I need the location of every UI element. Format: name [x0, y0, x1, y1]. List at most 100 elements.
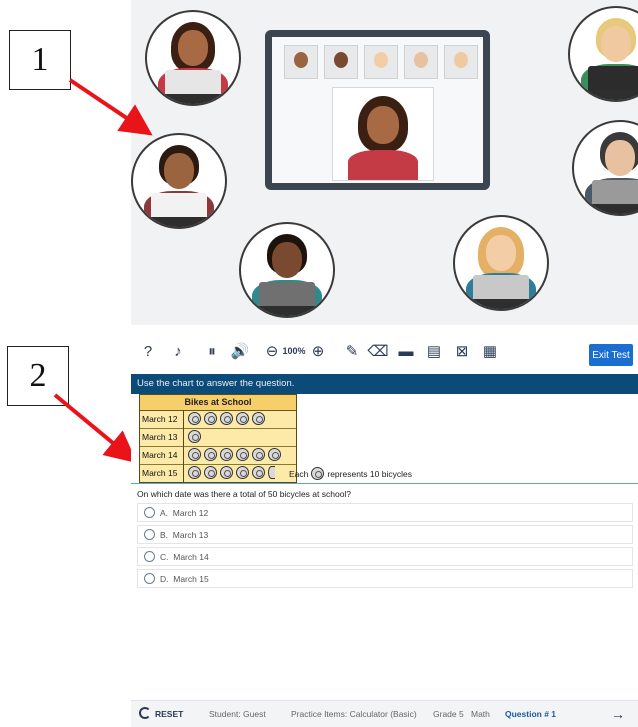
option-text: C. March 14 [160, 548, 209, 566]
instruction-banner: Use the chart to answer the question. [131, 374, 638, 394]
bike-symbol [188, 412, 201, 425]
volume-icon[interactable]: 🔊 [231, 342, 250, 360]
calculator-icon[interactable]: ▦ [481, 342, 499, 360]
radio-button[interactable] [144, 529, 155, 540]
subject-label: Math [471, 709, 490, 719]
bike-symbol [220, 466, 233, 479]
question-text: On which date was there a total of 50 bi… [137, 489, 352, 499]
radio-button[interactable] [144, 507, 155, 518]
highlighter-icon[interactable]: ✎ [343, 342, 361, 360]
participant-avatar-man-blond [568, 6, 638, 102]
zoom-level-text: 100% [282, 346, 306, 356]
bike-key-icon [311, 467, 325, 480]
bike-symbol [252, 466, 265, 479]
bike-symbol [204, 466, 217, 479]
monitor-screen [272, 37, 483, 183]
footer-bar: RESET Student: Guest Practice Items: Cal… [131, 700, 638, 727]
bikes-pictograph: Bikes at School March 12 March 13 March … [139, 394, 297, 483]
half-bike-symbol [268, 466, 275, 479]
toolbar: ? ♪ ⏸ 🔊 ⊖ 100% ⊕ ✎ ⌫ ▬ ▤ ⊠ ▦ Exit Test [131, 330, 638, 375]
pause-icon[interactable]: ⏸ [203, 342, 221, 360]
line-reader-icon[interactable]: ▬ [397, 342, 415, 360]
key-prefix: Each [289, 468, 309, 479]
participant-avatar-woman-2 [239, 222, 335, 318]
pictograph-row: March 13 [140, 428, 296, 447]
test-interface: ? ♪ ⏸ 🔊 ⊖ 100% ⊕ ✎ ⌫ ▬ ▤ ⊠ ▦ Exit Test U… [131, 330, 638, 727]
question-number: Question # 1 [505, 709, 557, 719]
thumbnail-participant-4 [404, 45, 438, 79]
participant-avatar-woman-1 [145, 10, 241, 106]
answer-option-d[interactable]: D. March 15 [137, 569, 633, 588]
video-conference-illustration [131, 0, 638, 325]
grade-label: Grade 5 [433, 709, 464, 719]
bike-symbol [268, 448, 281, 461]
option-label: March 12 [172, 508, 209, 518]
pictograph-row: March 14 [140, 446, 296, 465]
active-speaker-view [332, 87, 434, 181]
bike-symbol [204, 412, 217, 425]
bike-symbol [188, 448, 201, 461]
participant-avatar-man-2 [572, 120, 638, 216]
row-label: March 12 [140, 410, 184, 428]
video-call-monitor [265, 30, 490, 190]
bike-symbol [252, 448, 265, 461]
option-label: March 13 [172, 530, 209, 540]
thumbnail-participant-2 [324, 45, 358, 79]
thumbnail-participant-5 [444, 45, 478, 79]
hint-icon[interactable]: ? [139, 342, 157, 360]
bike-symbol [188, 466, 201, 479]
bike-symbol [220, 412, 233, 425]
bike-symbol [188, 430, 201, 443]
bike-symbol [220, 448, 233, 461]
callout-label-1: 1 [9, 30, 71, 90]
answer-option-a[interactable]: A. March 12 [137, 503, 633, 522]
row-label: March 14 [140, 446, 184, 464]
pictograph-row: March 12 [140, 410, 296, 429]
option-text: D. March 15 [160, 570, 209, 588]
next-arrow-icon[interactable]: → [605, 705, 631, 723]
option-label: March 15 [173, 574, 209, 584]
participant-avatar-woman-blond [453, 215, 549, 311]
pictograph-key: Each represents 10 bicycles [289, 467, 412, 480]
bike-symbol [236, 466, 249, 479]
eliminate-icon[interactable]: ⊠ [453, 342, 471, 360]
radio-button[interactable] [144, 551, 155, 562]
audio-icon[interactable]: ♪ [169, 342, 187, 360]
eraser-icon[interactable]: ⌫ [367, 342, 388, 360]
row-label: March 13 [140, 428, 184, 446]
thumbnail-participant-3 [364, 45, 398, 79]
bike-symbol [204, 448, 217, 461]
pictograph-title: Bikes at School [140, 395, 296, 411]
radio-button[interactable] [144, 573, 155, 584]
participant-avatar-man-1 [131, 133, 227, 229]
bike-symbol [252, 412, 265, 425]
row-label: March 15 [140, 464, 184, 482]
pictograph-row: March 15 [140, 464, 296, 482]
answer-option-c[interactable]: C. March 14 [137, 547, 633, 566]
divider [131, 483, 638, 484]
option-letter: B. [160, 530, 169, 540]
option-label: March 14 [173, 552, 209, 562]
exit-test-button[interactable]: Exit Test [589, 344, 633, 366]
bike-symbol [236, 412, 249, 425]
key-suffix: represents 10 bicycles [327, 468, 412, 479]
bike-symbol [236, 448, 249, 461]
zoom-level: 100% [281, 342, 307, 360]
zoom-out-icon[interactable]: ⊖ [263, 342, 281, 360]
zoom-in-icon[interactable]: ⊕ [309, 342, 327, 360]
reset-icon[interactable] [139, 707, 151, 719]
option-letter: A. [160, 508, 169, 518]
option-letter: D. [160, 574, 169, 584]
notepad-icon[interactable]: ▤ [425, 342, 443, 360]
student-name: Student: Guest [209, 709, 266, 719]
option-text: A. March 12 [160, 504, 208, 522]
thumbnail-participant-1 [284, 45, 318, 79]
option-letter: C. [160, 552, 169, 562]
option-text: B. March 13 [160, 526, 208, 544]
reset-button[interactable]: RESET [155, 709, 183, 719]
callout-text-1: 1 [31, 41, 49, 78]
callout-text-2: 2 [29, 357, 47, 394]
callout-label-2: 2 [7, 346, 69, 406]
answer-option-b[interactable]: B. March 13 [137, 525, 633, 544]
test-name: Practice Items: Calculator (Basic) [291, 709, 417, 719]
